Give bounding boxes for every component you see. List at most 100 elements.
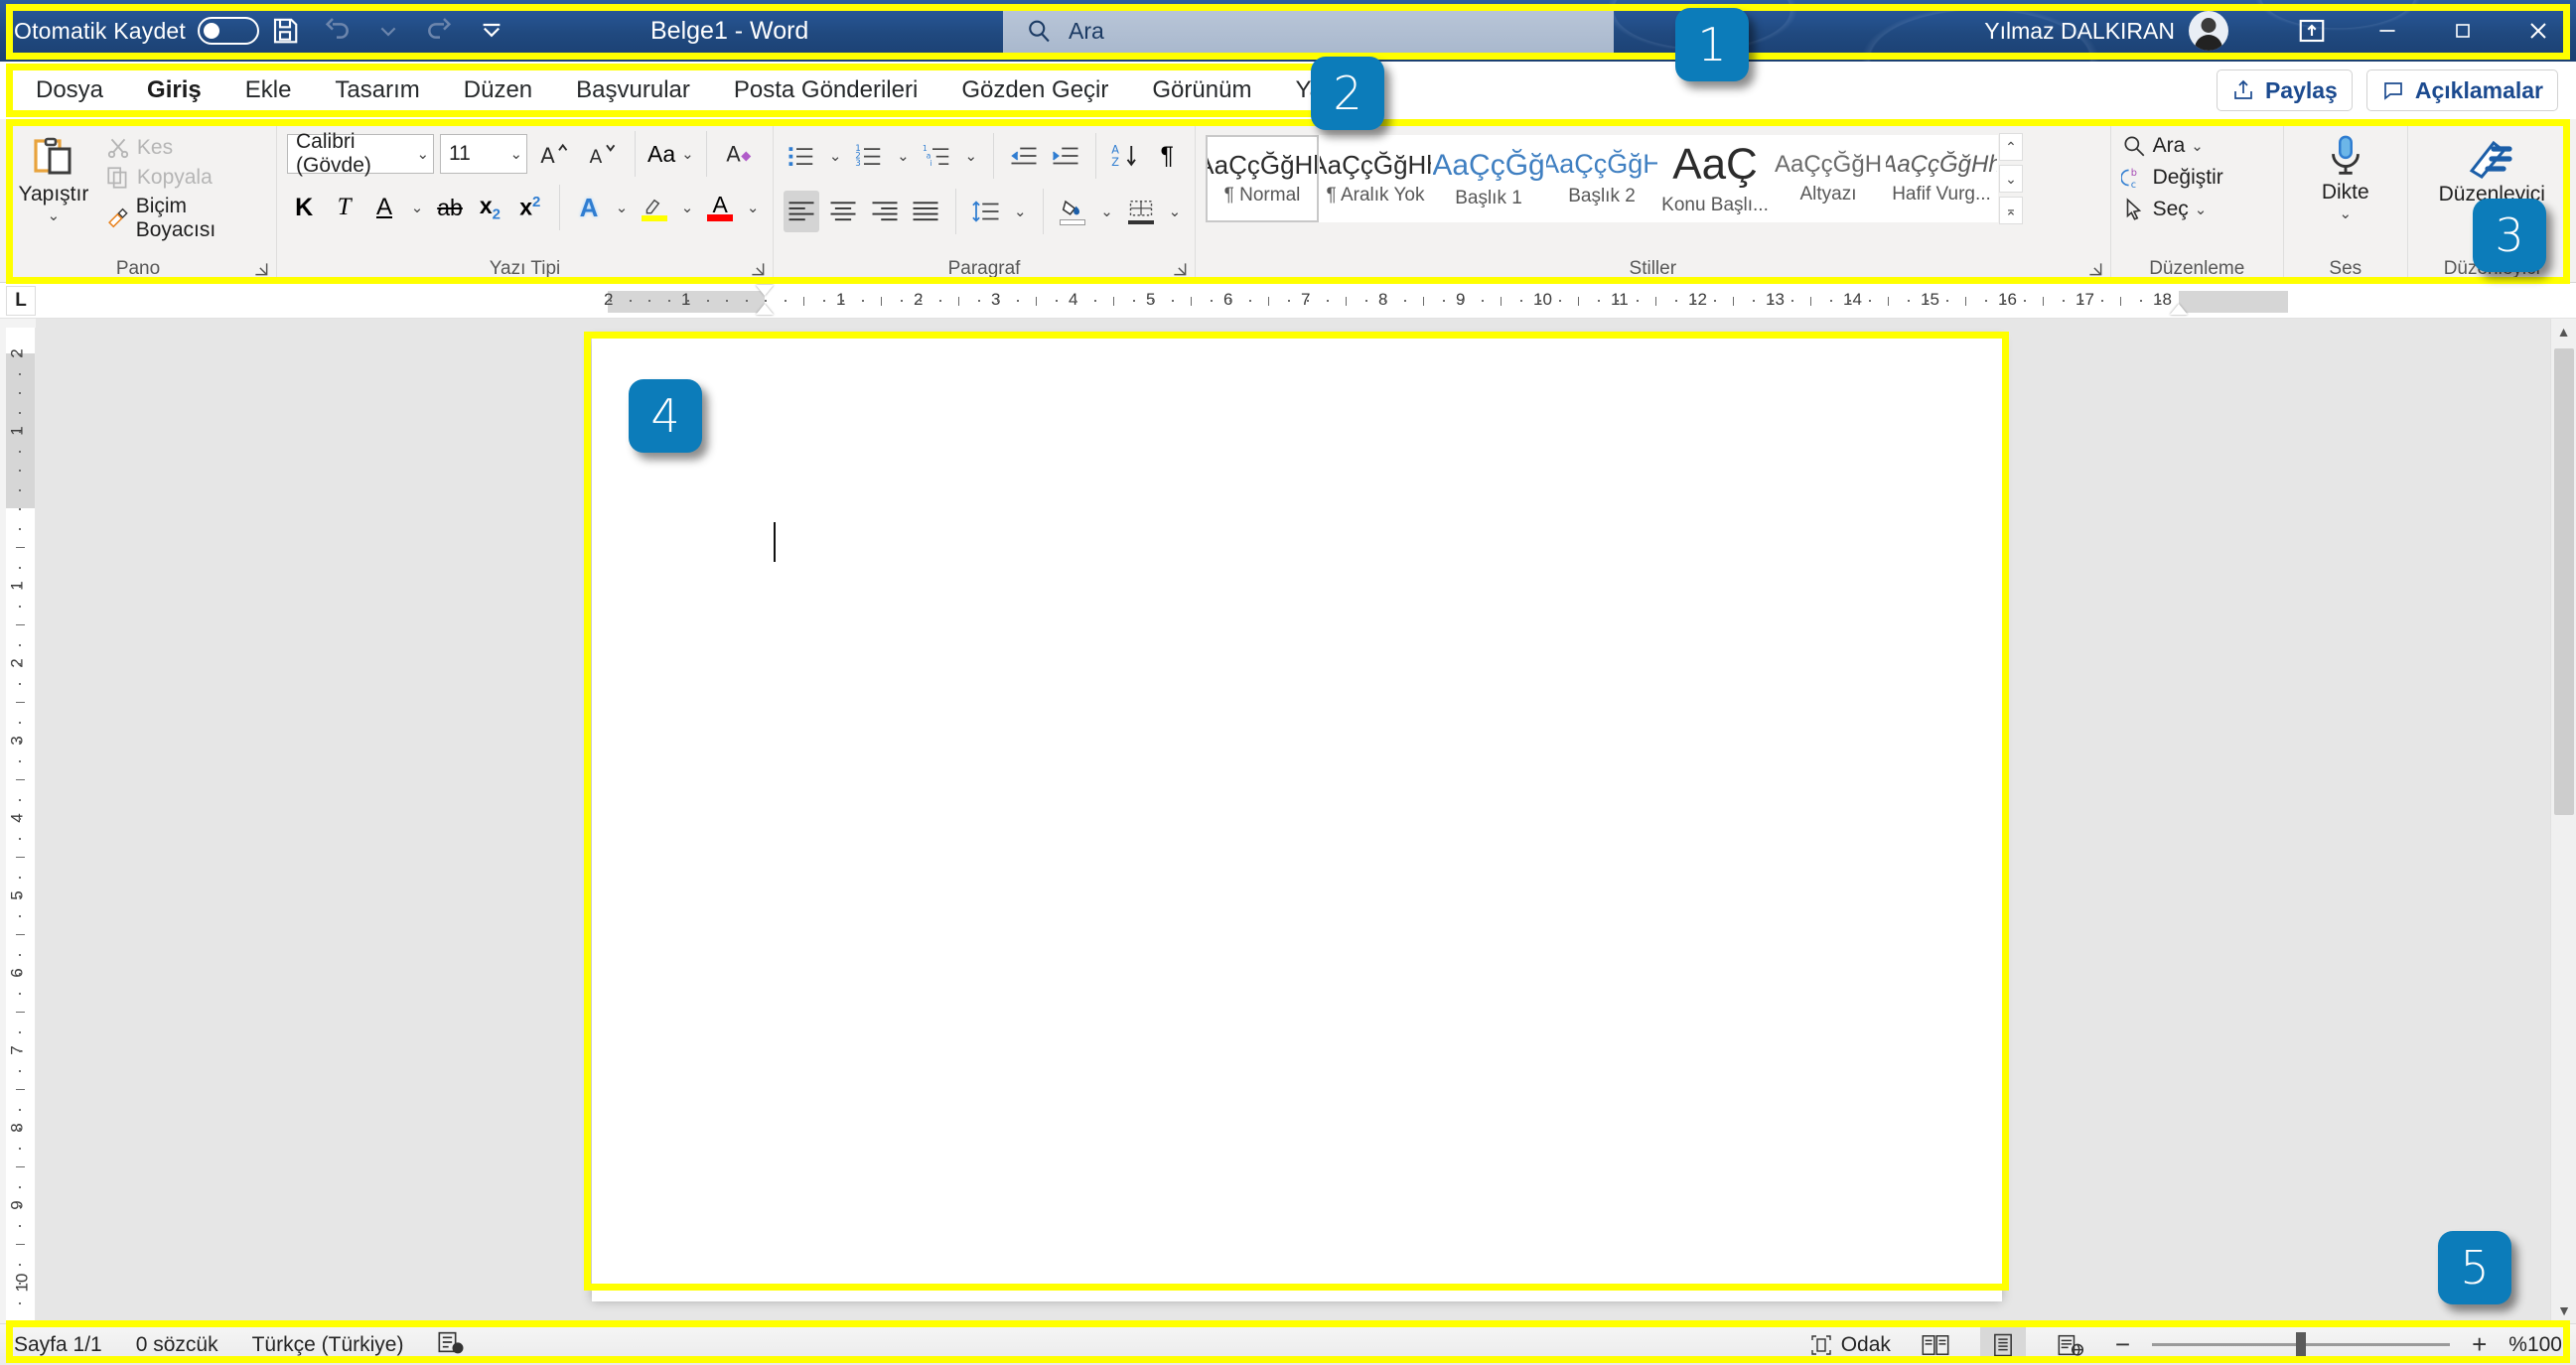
style-item-konu-basligi[interactable]: AaÇ Konu Başlı... — [1658, 135, 1773, 222]
hanging-indent-marker[interactable] — [756, 304, 774, 315]
web-layout-button[interactable] — [2048, 1327, 2093, 1363]
align-left-button[interactable] — [784, 191, 819, 232]
grow-font-button[interactable]: A — [533, 133, 575, 175]
scrollbar-thumb[interactable] — [2554, 348, 2574, 815]
zoom-out-button[interactable]: − — [2115, 1329, 2130, 1360]
shrink-font-button[interactable]: A — [581, 133, 623, 175]
paste-dropdown-icon[interactable]: ⌄ — [48, 206, 61, 224]
tab-giris[interactable]: Giriş — [125, 70, 223, 110]
tab-dosya[interactable]: Dosya — [14, 70, 125, 110]
select-button[interactable]: Seç ⌄ — [2121, 197, 2273, 222]
zoom-slider[interactable] — [2152, 1332, 2451, 1357]
dialog-launcher-icon[interactable] — [1171, 260, 1189, 278]
read-mode-button[interactable] — [1913, 1327, 1958, 1363]
search-input[interactable]: Ara — [1003, 8, 1614, 54]
dictate-button[interactable]: Dikte ⌄ — [2294, 125, 2397, 222]
more-styles-icon[interactable]: ⌅ — [1999, 197, 2024, 224]
tab-gorunum[interactable]: Görünüm — [1130, 70, 1273, 110]
highlight-button[interactable] — [638, 187, 671, 228]
decrease-indent-button[interactable] — [1006, 135, 1042, 177]
horizontal-ruler[interactable]: 2 1 1 2 3 4 5 6 7 8 9 10 11 12 13 14 15 16 17 18 — [0, 283, 2576, 319]
scroll-up-icon[interactable]: ▲ — [2551, 319, 2576, 344]
vertical-scrollbar[interactable]: ▲ ▼ — [2550, 319, 2576, 1323]
borders-dropdown-icon[interactable]: ⌄ — [1165, 191, 1185, 232]
numbering-button[interactable]: 123 — [851, 135, 887, 177]
style-item-baslik-1[interactable]: AaÇçĞğ Başlık 1 — [1432, 135, 1546, 222]
tab-duzen[interactable]: Düzen — [442, 70, 554, 110]
first-line-indent-marker[interactable] — [756, 285, 774, 296]
style-item-normal[interactable]: AaÇçĞğHh ¶ Normal — [1206, 135, 1320, 222]
sort-button[interactable]: AZ — [1107, 135, 1143, 177]
chevron-down-icon[interactable]: ⌄ — [1999, 165, 2024, 193]
vertical-ruler[interactable]: 21123456789101112 — [6, 328, 36, 1335]
line-spacing-dropdown-icon[interactable]: ⌄ — [1010, 191, 1030, 232]
document-canvas[interactable] — [36, 319, 2576, 1323]
align-right-button[interactable] — [867, 191, 903, 232]
replace-button[interactable]: b c Değiştir — [2120, 165, 2273, 191]
highlight-dropdown-icon[interactable]: ⌄ — [677, 187, 697, 228]
bullets-dropdown-icon[interactable]: ⌄ — [825, 135, 845, 177]
zoom-level[interactable]: %100 — [2508, 1333, 2562, 1357]
style-item-aralik-yok[interactable]: AaÇçĞğHh ¶ Aralık Yok — [1319, 135, 1433, 222]
paste-button[interactable]: Yapıştır ⌄ — [10, 129, 97, 242]
chevron-down-icon[interactable] — [466, 5, 517, 57]
tab-basvurular[interactable]: Başvurular — [554, 70, 712, 110]
document-page[interactable] — [592, 339, 2002, 1301]
zoom-slider-thumb[interactable] — [2296, 1332, 2307, 1357]
strikethrough-button[interactable]: ab — [433, 187, 467, 228]
word-count[interactable]: 0 sözcük — [136, 1333, 218, 1357]
borders-button[interactable] — [1123, 191, 1159, 232]
avatar[interactable] — [2189, 11, 2228, 51]
shading-button[interactable] — [1055, 191, 1090, 232]
font-size-input[interactable]: 11 ⌄ — [440, 134, 528, 174]
dialog-launcher-icon[interactable] — [252, 260, 270, 278]
tab-selector[interactable]: L — [6, 286, 36, 316]
chevron-down-icon[interactable]: ⌄ — [416, 145, 429, 163]
dialog-launcher-icon[interactable] — [2086, 260, 2104, 278]
chevron-down-icon[interactable]: ⌄ — [509, 145, 522, 163]
align-center-button[interactable] — [825, 191, 861, 232]
font-name-input[interactable]: Calibri (Gövde) ⌄ — [287, 130, 435, 177]
increase-indent-button[interactable] — [1048, 135, 1083, 177]
style-item-altyazi[interactable]: AaÇçĞğH Altyazı — [1772, 135, 1886, 222]
justify-button[interactable] — [909, 191, 944, 232]
styles-scrollbar[interactable]: ⌃ ⌄ ⌅ — [1998, 133, 2024, 224]
bullets-button[interactable] — [784, 135, 819, 177]
superscript-button[interactable]: x2 — [513, 187, 547, 228]
editor-button[interactable]: Düzenleyici — [2418, 125, 2566, 206]
text-effects-button[interactable]: A — [572, 187, 606, 228]
tab-posta-gonderileri[interactable]: Posta Gönderileri — [712, 70, 939, 110]
minimize-icon[interactable] — [2350, 0, 2425, 62]
focus-button[interactable]: Odak — [1809, 1333, 1891, 1357]
italic-button[interactable]: T — [327, 187, 360, 228]
underline-dropdown-icon[interactable]: ⌄ — [407, 187, 427, 228]
chevron-up-icon[interactable]: ⌃ — [1999, 133, 2024, 161]
scroll-down-icon[interactable]: ▼ — [2551, 1297, 2576, 1323]
print-layout-button[interactable] — [1979, 1326, 2026, 1363]
autosave-toggle[interactable] — [198, 17, 260, 45]
share-button[interactable]: Paylaş — [2216, 69, 2353, 111]
line-spacing-button[interactable] — [968, 191, 1004, 232]
language[interactable]: Türkçe (Türkiye) — [252, 1333, 404, 1357]
numbering-dropdown-icon[interactable]: ⌄ — [893, 135, 913, 177]
underline-button[interactable]: A — [367, 187, 401, 228]
accessibility-checker-icon[interactable] — [437, 1329, 465, 1361]
redo-icon[interactable] — [414, 5, 466, 57]
style-item-baslik-2[interactable]: AaÇçĞğH Başlık 2 — [1545, 135, 1659, 222]
bold-button[interactable]: K — [287, 187, 321, 228]
account-area[interactable]: Yılmaz DALKIRAN — [1984, 0, 2228, 62]
style-item-hafif-vurgu[interactable]: AaÇçĞğHh Hafif Vurg... — [1885, 135, 1999, 222]
shading-dropdown-icon[interactable]: ⌄ — [1096, 191, 1116, 232]
dialog-launcher-icon[interactable] — [749, 260, 767, 278]
tab-ekle[interactable]: Ekle — [223, 70, 314, 110]
show-marks-button[interactable]: ¶ — [1149, 135, 1185, 177]
format-painter-button[interactable]: Biçim Boyacısı — [105, 195, 266, 242]
ribbon-display-options-icon[interactable] — [2274, 0, 2350, 62]
undo-dropdown-icon[interactable] — [362, 5, 414, 57]
change-case-button[interactable]: Aa ⌄ — [647, 133, 694, 175]
text-effects-dropdown-icon[interactable]: ⌄ — [612, 187, 632, 228]
dictate-dropdown-icon[interactable]: ⌄ — [2339, 205, 2352, 222]
tab-tasarim[interactable]: Tasarım — [313, 70, 441, 110]
zoom-in-button[interactable]: + — [2472, 1329, 2487, 1360]
close-icon[interactable] — [2501, 0, 2576, 62]
